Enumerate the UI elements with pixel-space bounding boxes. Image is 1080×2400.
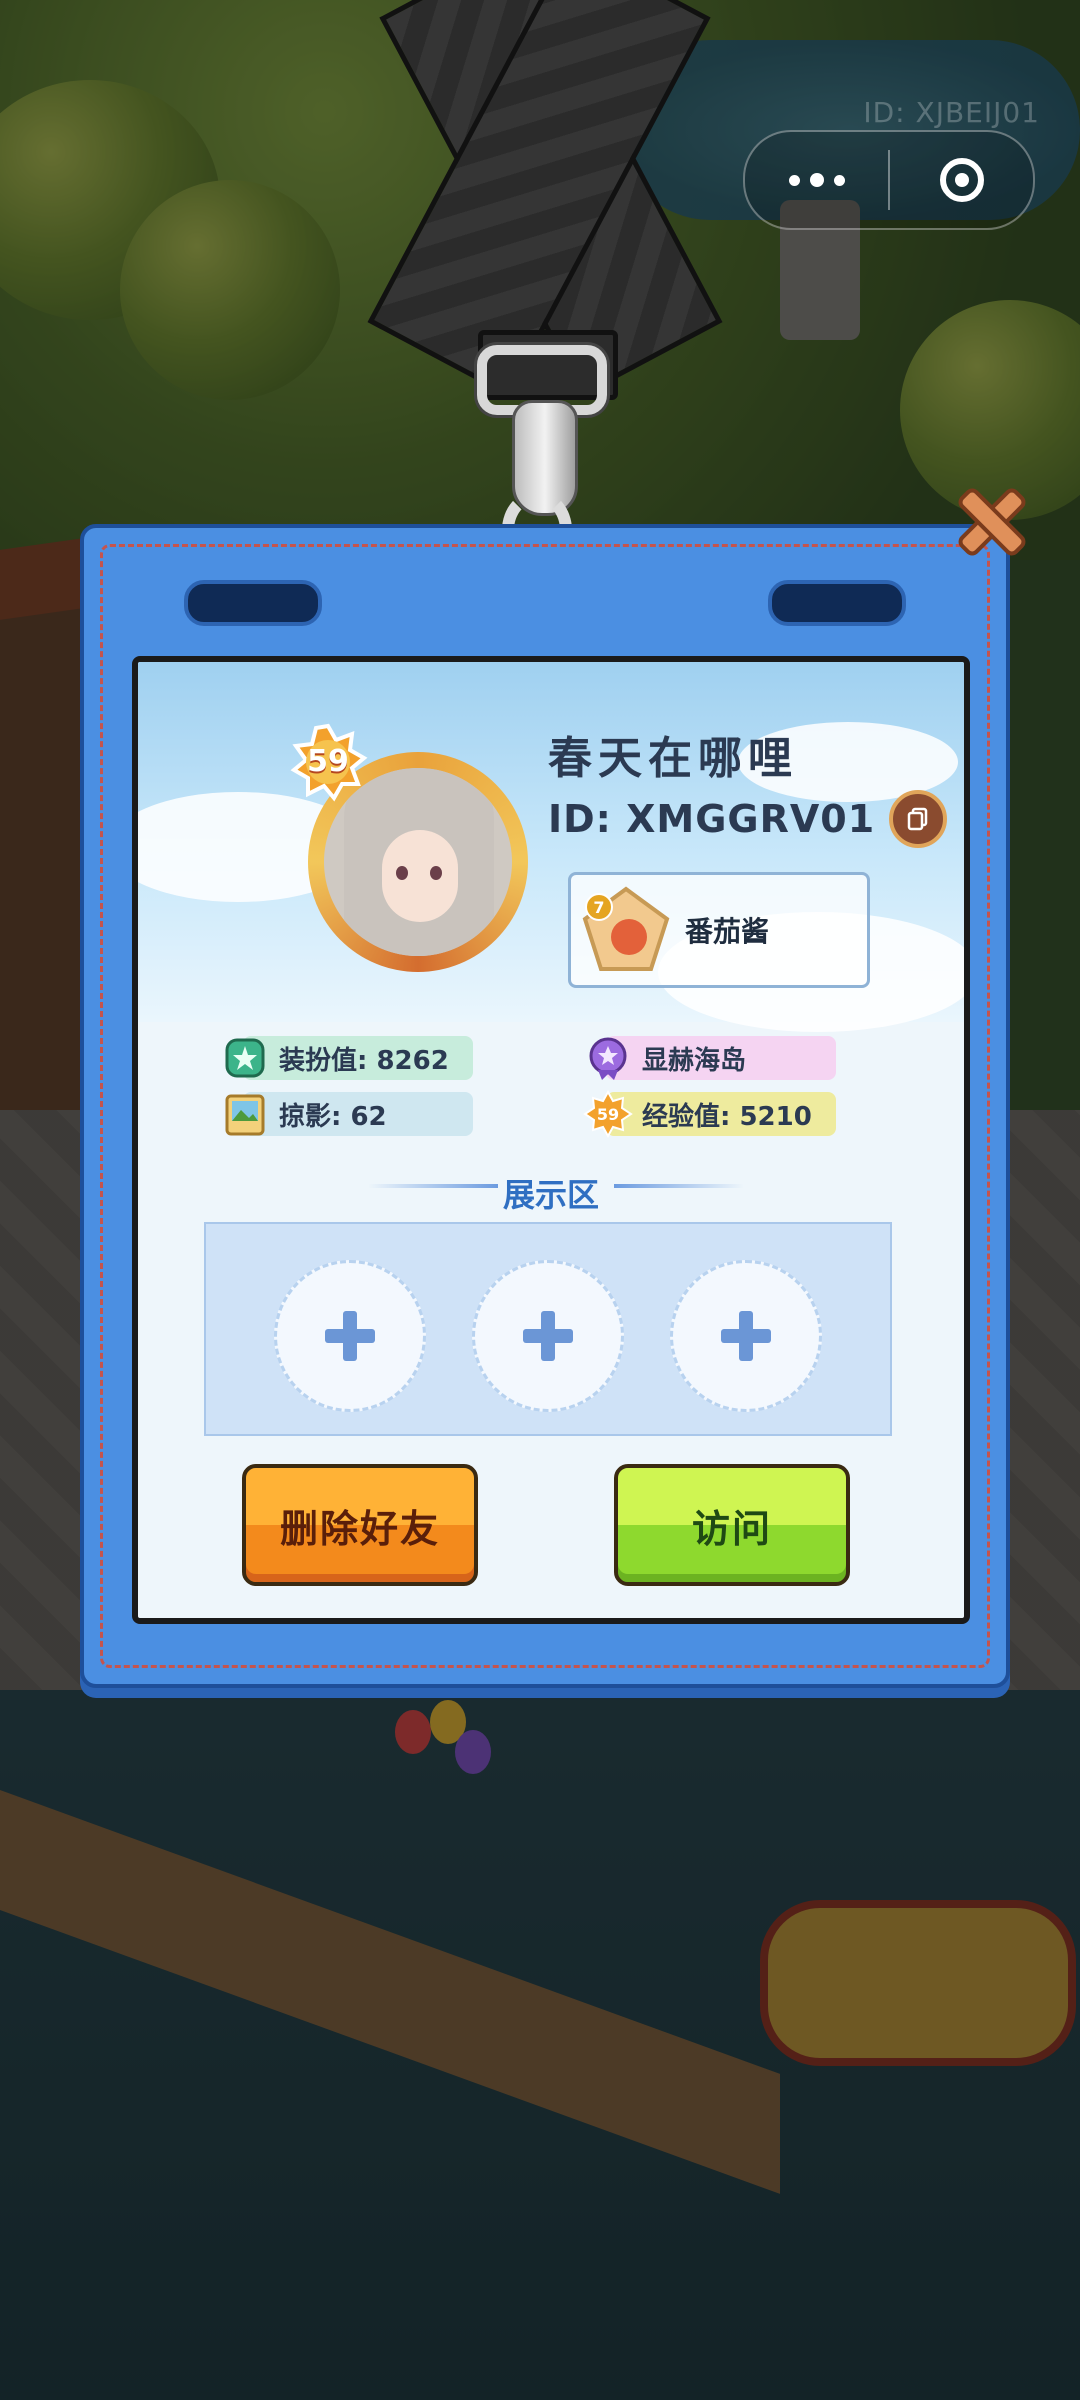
close-icon xyxy=(958,488,1026,556)
photo-icon xyxy=(225,1094,265,1136)
card-inner-panel: 59 春天在哪哩 ID: XMGGRV01 7 番茄酱 装扮值: 8262 掠影… xyxy=(132,656,970,1624)
showcase-area xyxy=(204,1222,892,1436)
player-nickname: 春天在哪哩 xyxy=(548,733,798,784)
showcase-add-slot-1[interactable] xyxy=(274,1260,426,1412)
plus-icon xyxy=(523,1311,573,1361)
miniprogram-capsule xyxy=(743,130,1035,230)
more-dots-icon xyxy=(788,173,845,187)
stat-label: 装扮值: 8262 xyxy=(279,1045,449,1076)
copy-icon xyxy=(907,807,928,831)
visit-button[interactable]: 访问 xyxy=(614,1464,850,1586)
stat-label: 显赫海岛 xyxy=(642,1045,747,1076)
stat-island-rank: 显赫海岛 xyxy=(589,1036,836,1080)
pet-card[interactable]: 7 番茄酱 xyxy=(568,872,870,988)
copy-id-button[interactable] xyxy=(889,790,948,848)
corner-user-id: ID: XJBEIJ01 xyxy=(863,96,1040,129)
pet-name: 番茄酱 xyxy=(685,915,770,948)
card-slot-left xyxy=(184,580,322,626)
pet-avatar: 7 xyxy=(581,885,671,975)
stat-label: 掠影: 62 xyxy=(279,1101,387,1132)
stat-label: 经验值: 5210 xyxy=(642,1101,812,1132)
showcase-add-slot-2[interactable] xyxy=(472,1260,624,1412)
target-circle-icon xyxy=(939,158,984,202)
stat-experience: 59 经验值: 5210 xyxy=(583,1089,836,1139)
exp-level: 59 xyxy=(597,1105,619,1124)
purple-medal-icon xyxy=(589,1037,627,1080)
plus-icon xyxy=(721,1311,771,1361)
pet-pentagon-icon: 7 xyxy=(582,886,670,971)
player-level: 59 xyxy=(307,744,349,779)
delete-friend-button[interactable]: 删除好友 xyxy=(242,1464,478,1586)
plus-icon xyxy=(325,1311,375,1361)
player-id: ID: XMGGRV01 xyxy=(548,797,876,841)
card-slot-right xyxy=(768,580,906,626)
stat-dress-value: 装扮值: 8262 xyxy=(225,1036,473,1080)
close-button[interactable] xyxy=(950,480,1034,564)
star-clover-icon xyxy=(225,1038,265,1078)
level-badge: 59 xyxy=(288,722,368,802)
more-button[interactable] xyxy=(745,132,888,228)
profile-card: 59 春天在哪哩 ID: XMGGRV01 7 番茄酱 装扮值: 8262 掠影… xyxy=(80,524,1010,1688)
pet-level: 7 xyxy=(593,898,604,917)
exit-button[interactable] xyxy=(890,132,1033,228)
avatar[interactable]: 59 xyxy=(288,722,538,982)
player-id-row: ID: XMGGRV01 xyxy=(548,790,948,848)
showcase-add-slot-3[interactable] xyxy=(670,1260,822,1412)
showcase-title: 展示区 xyxy=(502,1176,599,1214)
level-59-badge-icon: 59 xyxy=(583,1089,633,1139)
stat-snapshots: 掠影: 62 xyxy=(225,1092,473,1136)
